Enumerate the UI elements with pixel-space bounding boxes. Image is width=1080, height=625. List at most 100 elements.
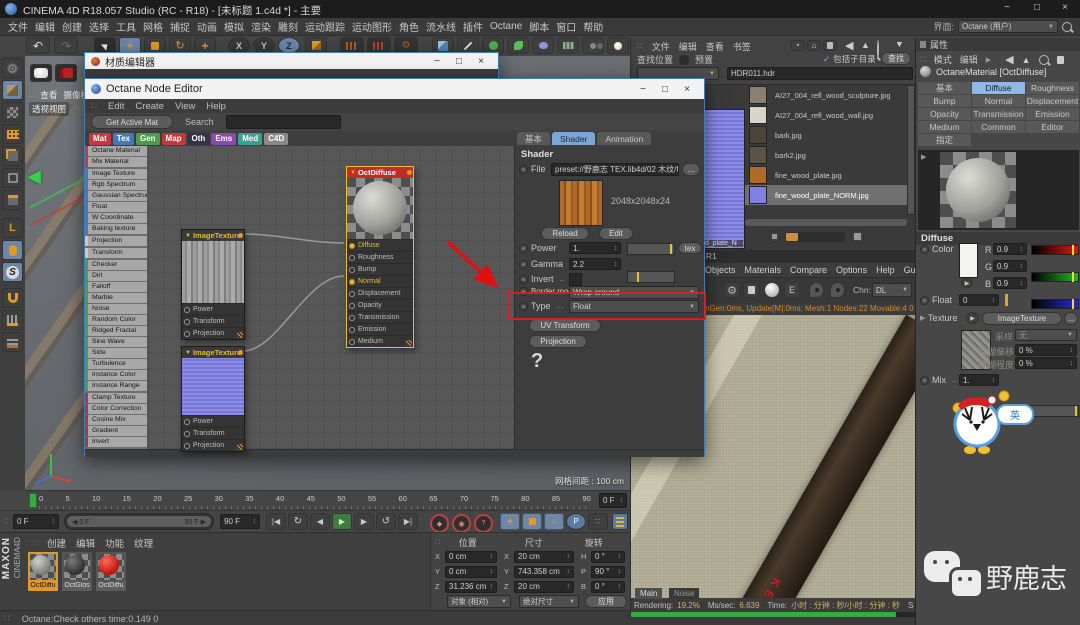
close-icon[interactable]: × [676,84,698,95]
node-input-dot[interactable] [349,255,355,261]
key-parameter-icon[interactable]: P [566,513,586,530]
category-tab[interactable]: Oth [188,133,210,145]
node-input-row[interactable]: Emission [347,323,413,335]
node-input-row[interactable]: Transform [182,315,244,327]
material-swatch[interactable]: OctGlos [62,552,92,591]
node-type-item[interactable]: Invert [85,437,147,447]
search-icon[interactable] [1062,22,1072,32]
pin-icon[interactable]: ▲ [895,40,904,50]
search-icon[interactable] [1039,55,1049,65]
attributes-tab[interactable]: Transmission [972,108,1025,120]
play-reverse-icon[interactable]: ↻ [288,513,308,530]
node-type-item[interactable]: Color Correction [85,404,147,414]
channel-g-slider[interactable] [1031,272,1079,282]
frame-end-field[interactable]: 90 F↕ [220,514,260,529]
attributes-tab[interactable]: Normal [972,95,1025,107]
viewer-menu-item[interactable]: Help [876,265,895,275]
filter-input[interactable]: HDR011.hdr [727,67,913,80]
search-icon[interactable] [877,40,879,59]
include-subdirs-checkbox[interactable]: ✓ 包括子目录 [823,53,876,65]
texture-expand-icon[interactable]: ▶ [920,314,925,322]
type-select[interactable]: Float▼ [569,300,699,313]
node-resize-grip[interactable] [237,444,243,450]
menu-item[interactable]: 选择 [89,19,109,34]
menu-item[interactable]: 运动跟踪 [305,19,345,34]
node-type-item[interactable]: Projection [85,236,147,246]
file-list-scrollbar[interactable] [907,85,915,215]
key-rotation-icon[interactable]: ○ [544,513,564,530]
channel-b-slider[interactable] [1031,299,1079,309]
viewport-menu-item[interactable]: 查看 [40,89,57,101]
file-path-field[interactable]: preset://野鹿志 TEX.lib4d/02 木纹/fin [551,163,679,176]
node-type-item[interactable]: Side [85,348,147,358]
close-icon[interactable]: × [1054,2,1076,13]
node-type-item[interactable]: Turbulence [85,359,147,369]
file-row[interactable]: AI27_004_refl_wood_sculpture.jpg [745,85,907,105]
menu-item[interactable]: 捕捉 [170,19,190,34]
node-input-dot[interactable] [349,243,355,249]
channel-r-slider[interactable] [1031,245,1079,255]
minimize-icon[interactable]: − [426,56,448,67]
keyframe-dots-icon[interactable]: ∷ [588,513,608,530]
channel-b-field[interactable]: 0.9↕ [993,277,1027,289]
materials-menu-item[interactable]: 编辑 [76,536,95,550]
node-type-item[interactable]: Cosine Mix [85,415,147,425]
mograph-icon[interactable] [507,37,529,54]
object-mode-select[interactable]: 对象 (相对)▼ [447,595,511,608]
current-frame-field[interactable]: 0 F↕ [599,493,627,508]
reload-button[interactable]: Reload [541,227,589,240]
browser-menu-item[interactable]: 书签 [733,40,751,53]
channel-g-field[interactable]: 0.9↕ [993,260,1027,272]
attributes-menu-item[interactable]: 模式 [934,53,952,66]
attributes-tab[interactable]: Medium [918,121,971,133]
node-input-dot[interactable] [349,267,355,273]
preset-label[interactable]: 预置 [695,53,713,66]
menu-item[interactable]: 编辑 [35,19,55,34]
image-texture-node-2[interactable]: ▼ImageTexture PowerTransformProjection [181,346,245,452]
interface-select[interactable]: Octane (用户)▼ [958,20,1058,33]
node-input-row[interactable]: Opacity [347,299,413,311]
history-up-icon[interactable]: ▲ [1022,55,1031,65]
blur-offset-field[interactable]: 0 %↕ [1015,344,1077,356]
node-input-dot[interactable] [349,327,355,333]
texture-browse-button[interactable]: ... [1064,312,1078,325]
node-type-item[interactable]: Transform [85,248,147,258]
materials-menu-item[interactable]: 功能 [105,536,124,550]
menu-item[interactable]: 角色 [399,19,419,34]
material-swatch[interactable]: OctDiffu [96,552,126,591]
channel-r-field[interactable]: 0.9↕ [993,243,1027,255]
planar-workplane-icon[interactable] [2,332,23,352]
timeline-film-icon[interactable] [612,513,628,530]
node-editor-menu-item[interactable]: Help [206,101,226,112]
menu-item[interactable]: 工具 [116,19,136,34]
menu-item[interactable]: 脚本 [529,19,549,34]
rotation-field[interactable]: 90 °↕ [591,566,625,578]
redo-icon[interactable]: ↷ [54,37,78,54]
environment-floor-icon[interactable] [557,37,579,54]
frame-start-field[interactable]: 0 F↕ [13,514,59,529]
back-icon[interactable]: ◀ [1005,53,1013,66]
node-type-item[interactable]: Gaussian Spectrum [85,191,147,201]
prev-frame-icon[interactable]: ◀ [310,513,330,530]
node-type-item[interactable]: Random Color [85,315,147,325]
menu-item[interactable]: 渲染 [251,19,271,34]
file-row[interactable]: bark2.jpg [745,145,907,165]
goto-start-icon[interactable]: |◀ [266,513,286,530]
viewer-tab-main[interactable]: Main [635,588,662,599]
browser-menu-item[interactable]: 编辑 [679,40,697,53]
mix-field[interactable]: 1.↕ [959,374,999,386]
menu-item[interactable]: 帮助 [583,19,603,34]
timeline-playhead[interactable] [29,493,37,508]
up-icon[interactable]: ▲ [861,40,870,50]
viewer-menu-item[interactable]: Materials [745,265,782,275]
material-preview-icon[interactable] [30,64,52,82]
menu-item[interactable]: Octane [490,21,522,32]
node-type-item[interactable]: Image Texture [85,169,147,179]
attributes-menu-item[interactable]: 编辑 [960,53,978,66]
menu-item[interactable]: 动画 [197,19,217,34]
category-tab[interactable]: Med [238,133,262,145]
maximize-icon[interactable]: □ [1026,2,1048,13]
node-output-dot[interactable] [238,350,243,355]
undo-icon[interactable]: ↶ [26,37,50,54]
attributes-tab[interactable]: 指定 [918,134,971,146]
